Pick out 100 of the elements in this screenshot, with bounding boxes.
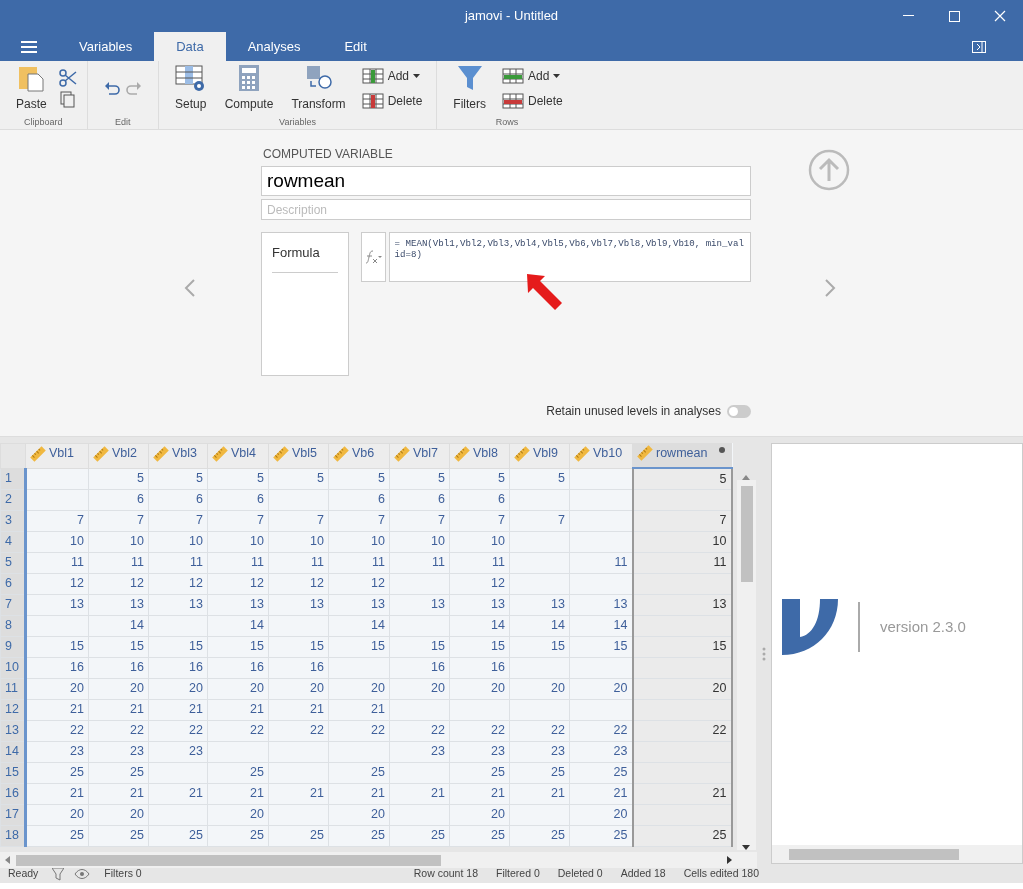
- table-cell: 25: [449, 825, 510, 847]
- table-cell: 12: [207, 573, 269, 595]
- table-cell: 21: [268, 783, 329, 805]
- row-number[interactable]: 7: [0, 594, 26, 616]
- column-header[interactable]: Vbl2: [88, 443, 149, 469]
- delete-button[interactable]: Delete: [357, 89, 427, 112]
- table-cell: 7: [328, 510, 390, 532]
- row-number[interactable]: 17: [0, 804, 26, 826]
- row-number[interactable]: 15: [0, 762, 26, 784]
- table-cell: 13: [268, 594, 329, 616]
- close-icon[interactable]: [994, 10, 1006, 22]
- window-title: jamovi - Untitled: [464, 7, 559, 26]
- tab[interactable]: Analyses: [225, 32, 323, 61]
- horizontal-scrollbar[interactable]: [772, 845, 1022, 863]
- table-cell: 21: [389, 783, 450, 805]
- column-header[interactable]: Vbl4: [207, 443, 269, 469]
- tab[interactable]: Data: [154, 32, 226, 61]
- filters-button[interactable]: Filters: [447, 63, 492, 113]
- row-number[interactable]: 5: [0, 552, 26, 574]
- redo-icon[interactable]: [125, 80, 142, 97]
- add-button[interactable]: Add: [357, 64, 427, 87]
- ruler-icon: [333, 445, 349, 462]
- column-header[interactable]: Vbl1: [25, 443, 89, 469]
- formula-field[interactable]: = MEAN(Vbl1,Vbl2,Vbl3,Vbl4,Vbl5,Vb6,Vbl7,Vbl8,Vbl9,Vb10, min_valid=8): [388, 232, 751, 282]
- row-number[interactable]: 4: [0, 531, 26, 553]
- table-cell: 15: [449, 636, 510, 658]
- function-button[interactable]: [360, 232, 386, 282]
- column-header[interactable]: Vbl3: [148, 443, 208, 469]
- column-header[interactable]: Vb10: [569, 443, 633, 469]
- table-cell: 23: [449, 741, 510, 763]
- add-button[interactable]: Add: [498, 64, 567, 87]
- column-header[interactable]: Vbl7: [389, 443, 450, 469]
- copy-icon[interactable]: [58, 89, 77, 108]
- row-number[interactable]: 13: [0, 720, 26, 742]
- column-header[interactable]: Vbl8: [449, 443, 510, 469]
- scroll-down-icon[interactable]: [742, 845, 750, 850]
- column-header[interactable]: Vb6: [328, 443, 390, 469]
- row-number[interactable]: 6: [0, 573, 26, 595]
- table-cell: 21: [632, 783, 732, 805]
- row-number[interactable]: 11: [0, 678, 26, 700]
- name-field[interactable]: rowmean: [261, 166, 751, 196]
- scroll-right-icon[interactable]: [727, 856, 732, 864]
- row-number[interactable]: 14: [0, 741, 26, 763]
- description-field[interactable]: Description: [261, 199, 751, 220]
- table-cell: 11: [207, 552, 269, 574]
- table-cell: 21: [509, 783, 570, 805]
- row-number[interactable]: 9: [0, 636, 26, 658]
- table-cell: 20: [389, 678, 450, 700]
- panel-toggle-icon[interactable]: [972, 41, 986, 53]
- table-cell: 20: [509, 678, 570, 700]
- paste-button[interactable]: Paste: [10, 63, 53, 113]
- table-cell: 22: [328, 720, 390, 742]
- scissors-icon[interactable]: [58, 68, 77, 87]
- table-cell: 6: [389, 489, 450, 511]
- table-cell: 13: [449, 594, 510, 616]
- minimize-icon[interactable]: [902, 15, 914, 17]
- compute-button[interactable]: Compute: [218, 63, 280, 113]
- table-cell: 22: [632, 720, 732, 742]
- eye-icon[interactable]: [74, 868, 91, 879]
- row-number[interactable]: 18: [0, 825, 26, 847]
- table-cell: 16: [25, 657, 89, 679]
- divider-line: [858, 602, 860, 652]
- column-header[interactable]: rowmean: [632, 443, 732, 469]
- row-number[interactable]: 1: [0, 468, 26, 490]
- collapse-up-icon[interactable]: [808, 149, 850, 191]
- filter-icon[interactable]: [52, 866, 65, 881]
- undo-icon[interactable]: [103, 80, 120, 97]
- tab[interactable]: Variables: [57, 32, 155, 61]
- table-cell: 23: [88, 741, 149, 763]
- row-number[interactable]: 16: [0, 783, 26, 805]
- transform-button[interactable]: Transform: [285, 63, 352, 113]
- cells-edited-count: Cells edited 180: [683, 865, 759, 881]
- row-number[interactable]: 3: [0, 510, 26, 532]
- table-cell: 13: [389, 594, 450, 616]
- version-label: version 2.3.0: [880, 616, 966, 637]
- table-cell: 25: [207, 762, 269, 784]
- tab[interactable]: Edit: [322, 32, 389, 61]
- row-number[interactable]: 8: [0, 615, 26, 637]
- splitter-handle[interactable]: [762, 646, 766, 661]
- table-cell: 22: [449, 720, 510, 742]
- column-header[interactable]: Vbl5: [268, 443, 329, 469]
- row-number[interactable]: 10: [0, 657, 26, 679]
- row-count: Row count 18: [413, 865, 478, 881]
- scroll-left-icon[interactable]: [5, 856, 10, 864]
- delete-button[interactable]: Delete: [498, 89, 567, 112]
- menu-icon[interactable]: [20, 40, 37, 53]
- toggle-switch[interactable]: [727, 404, 751, 418]
- vertical-scrollbar[interactable]: [737, 480, 756, 850]
- formula-tab[interactable]: Formula: [272, 243, 338, 273]
- logo-icon: [782, 599, 838, 655]
- table-cell: 21: [268, 699, 329, 721]
- column-header[interactable]: Vbl9: [509, 443, 570, 469]
- row-number[interactable]: 12: [0, 699, 26, 721]
- maximize-icon[interactable]: [948, 10, 960, 22]
- table-cell: 21: [207, 783, 269, 805]
- row-number[interactable]: 2: [0, 489, 26, 511]
- horizontal-scrollbar[interactable]: [0, 852, 757, 868]
- setup-button[interactable]: Setup: [168, 63, 213, 113]
- filter-count: Filters 0: [104, 865, 142, 881]
- table-cell: 22: [25, 720, 89, 742]
